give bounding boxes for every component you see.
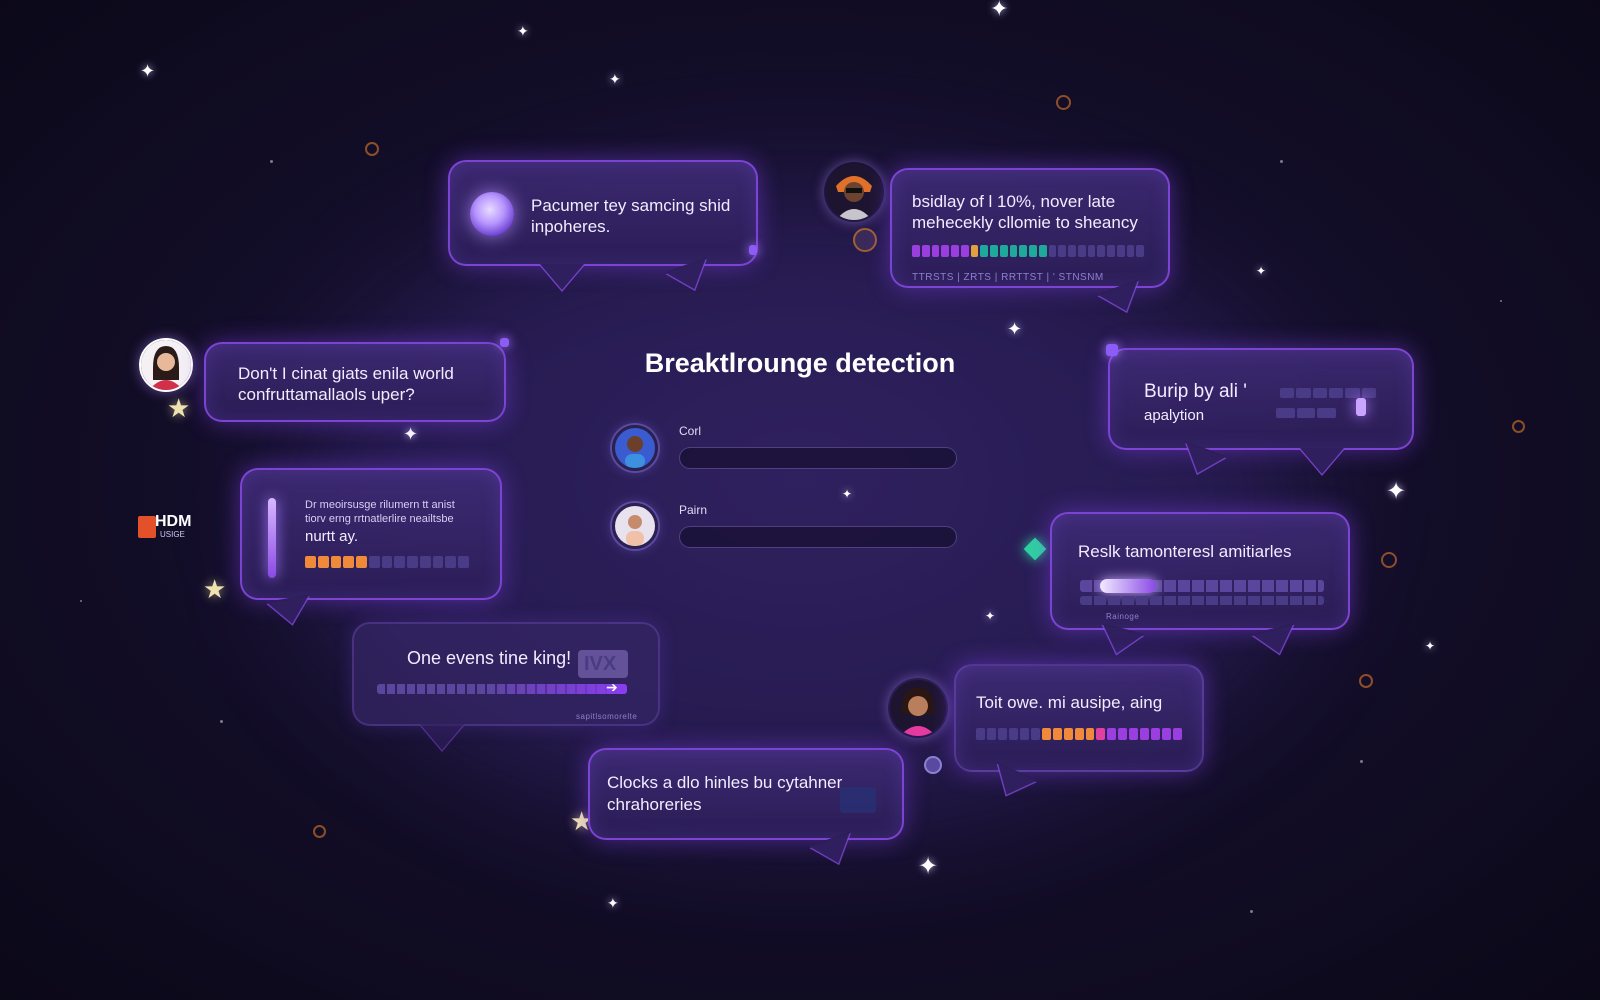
- bubble-text: inpoheres.: [531, 217, 611, 236]
- progress-bar: [912, 245, 1144, 257]
- pin-icon: [1106, 344, 1118, 356]
- sparkle-icon: ✦: [842, 487, 853, 501]
- badge: IVX: [578, 650, 628, 678]
- bubble-text: One evens tine king!: [407, 648, 572, 668]
- sparkle-icon: ✦: [609, 71, 621, 87]
- chat-bubble[interactable]: [240, 468, 502, 600]
- tool-icon: [268, 498, 276, 578]
- progress-bar: [305, 556, 469, 568]
- star-icon: ★: [167, 393, 191, 423]
- bubble-text: Pacumer tey samcing shid: [531, 196, 731, 215]
- bubble-footer: Rainoge: [1106, 612, 1140, 621]
- star-dot: [220, 720, 223, 723]
- bubble-text: bsidlay of l 10%, nover late: [912, 192, 1116, 211]
- star-icon: ★: [203, 574, 227, 604]
- avatar: [612, 503, 658, 549]
- avatar: [612, 425, 658, 471]
- bubble-text: Don't I cinat giats enila world: [238, 364, 454, 383]
- star-dot: [1280, 160, 1283, 163]
- star-dot: [270, 160, 273, 163]
- bubble-text: Clocks a dlo hinles bu cytahner: [607, 773, 843, 792]
- orange-ring-icon: [1056, 95, 1071, 110]
- avatar: [888, 678, 948, 738]
- mini-bar: [1280, 388, 1376, 398]
- ring-icon: [853, 228, 877, 252]
- slider-track: [1080, 596, 1324, 605]
- orb-icon: [470, 192, 514, 236]
- bubble-text: Dr meoirsusge rilumern tt anist: [305, 499, 455, 511]
- orange-ring-icon: [1359, 674, 1373, 688]
- page-title: Breaktlrounge detection: [644, 348, 956, 378]
- bubble-text: Toit owe. mi ausipe, aing: [976, 693, 1163, 712]
- bubble-tail: [540, 264, 584, 290]
- bubble-text: mehecekly cllomie to sheancy: [912, 213, 1138, 232]
- bubble-text: confruttamallaols uper?: [238, 385, 415, 404]
- pairn-input[interactable]: [679, 526, 957, 548]
- bubble-tail: [1300, 448, 1344, 474]
- chat-bubble[interactable]: [954, 664, 1204, 772]
- sparkle-icon: ✦: [990, 0, 1009, 21]
- sparkle-icon: ✦: [403, 424, 419, 444]
- lamp-icon: [1356, 398, 1366, 416]
- ring-icon: [924, 756, 942, 774]
- field-label-pairn: Pairn: [679, 503, 708, 517]
- star-dot: [80, 600, 82, 602]
- progress-fill: [480, 684, 627, 694]
- avatar: [139, 338, 193, 392]
- corl-input[interactable]: [679, 447, 957, 469]
- star-dot: [1250, 910, 1253, 913]
- orange-ring-icon: [1512, 420, 1525, 433]
- field-label-corl: Corl: [679, 424, 702, 438]
- bubble-text: tiorv erng rrtnatlerlire neailtsbe: [305, 513, 454, 525]
- orange-ring-icon: [1381, 552, 1397, 568]
- progress-bar: [976, 728, 1183, 740]
- bubble-footer: sapitlsomorelte: [576, 712, 638, 721]
- sparkle-icon: ✦: [607, 895, 619, 911]
- pin-icon: [749, 245, 757, 255]
- chat-bubble[interactable]: [1050, 512, 1350, 630]
- bubble-text: Reslk tamonteresl amitiarles: [1078, 542, 1292, 561]
- image-placeholder: [840, 787, 876, 813]
- bubble-tail: [420, 724, 464, 750]
- sparkle-icon: ✦: [517, 23, 529, 39]
- bubble-text: nurtt ay.: [305, 528, 359, 545]
- arrow-icon[interactable]: ➔: [606, 679, 618, 696]
- bubble-footer: TTRSTS | ZRTS | RRTTST | ' STNSNM: [912, 272, 1104, 283]
- sparkle-icon: ✦: [1007, 319, 1023, 339]
- slider-fill: [1100, 579, 1156, 593]
- sparkle-icon: ✦: [1425, 639, 1436, 653]
- bubble-text: apalytion: [1144, 407, 1205, 424]
- sparkle-icon: ✦: [140, 61, 156, 81]
- mini-bar: [1276, 408, 1337, 418]
- sparkle-icon: ✦: [1386, 478, 1407, 505]
- sparkle-icon: ✦: [918, 853, 939, 880]
- sparkle-icon: ✦: [985, 609, 996, 623]
- bubble-text: chrahoreries: [607, 795, 702, 814]
- sparkle-icon: ✦: [1256, 264, 1267, 278]
- gem-icon: [1023, 537, 1047, 561]
- pin-icon: [500, 338, 509, 347]
- bubble-text: Burip by ali ': [1144, 381, 1247, 402]
- star-dot: [1500, 300, 1502, 302]
- orange-ring-icon: [313, 825, 326, 838]
- star-dot: [1360, 760, 1363, 763]
- orange-ring-icon: [365, 142, 379, 156]
- avatar: [824, 162, 884, 222]
